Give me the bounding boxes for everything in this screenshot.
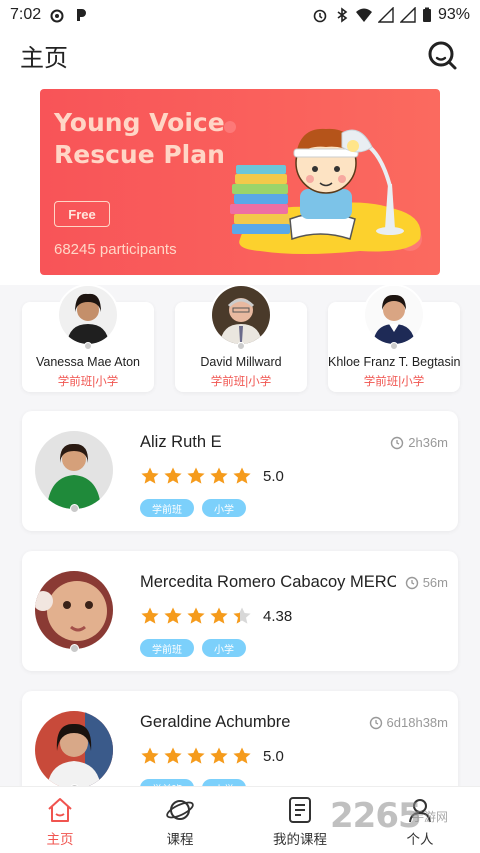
star-icon [164,607,182,624]
star-icon [141,607,159,624]
tag-preschool: 学前班 [140,499,194,517]
clock-icon [391,436,404,449]
status-bar: 7:02 93% [0,0,480,30]
page-title: 主页 [20,43,68,72]
app-icon-p [77,9,87,21]
teacher-time-text: 6d18h38m [386,715,448,730]
teacher-card[interactable]: Aliz Ruth E 2h36m 5.0 学前班 小学 [22,411,458,531]
clock-icon [405,576,418,589]
star-icon [141,467,159,484]
featured-teacher-name: Khloe Franz T. Begtasin [328,355,461,369]
rating-value: 5.0 [263,747,284,765]
star-icon [210,467,228,484]
rating-stars: 5.0 [140,746,284,766]
rating-value: 4.38 [263,607,293,625]
featured-teachers: Vanessa Mae Aton 学前班|小学 David Millward 学… [22,284,461,392]
star-icon [233,467,251,484]
planet-icon [166,800,194,820]
online-status-dot [84,342,92,350]
star-icon [187,467,205,484]
featured-teacher-tags: 学前班|小学 [210,376,272,388]
app-icon-weibo [50,9,64,23]
wifi-icon [355,8,372,22]
teacher-time: 56m [405,575,448,590]
featured-teacher-card[interactable]: David Millward 学前班|小学 [175,284,307,392]
tag-primary: 小学 [202,499,246,517]
rating-value: 5.0 [263,467,284,485]
star-icon [141,747,159,764]
star-icon [187,607,205,624]
teacher-name: Mercedita Romero Cabacoy MERCY [140,573,396,591]
featured-teacher-card[interactable]: Khloe Franz T. Begtasin 学前班|小学 [328,284,461,392]
online-status-dot [70,644,79,653]
rating-stars: 4.38 [140,606,292,626]
avatar [35,431,113,509]
nav-courses[interactable]: 课程 [120,787,240,853]
tag-preschool: 学前班 [140,639,194,657]
battery-level: 93% [437,6,470,23]
avatar [35,571,113,649]
home-icon [48,798,72,822]
teacher-time-text: 2h36m [408,435,448,450]
teacher-tags: 学前班 小学 [140,499,246,517]
app-header: 主页 [0,30,480,80]
tag-primary: 小学 [202,639,246,657]
nav-label: 课程 [166,832,194,847]
avatar [210,284,272,346]
teacher-time: 2h36m [390,435,448,450]
featured-teacher-name: Vanessa Mae Aton [35,355,140,369]
star-icon [210,607,228,624]
signal-icon [399,7,416,23]
nav-home[interactable]: 主页 [0,787,120,853]
star-icon [164,467,182,484]
alarm-icon [313,9,327,23]
star-icon [164,747,182,764]
battery-icon [422,7,431,22]
online-status-dot [390,342,398,350]
teacher-card[interactable]: Mercedita Romero Cabacoy MERCY 56m 4.38 … [22,551,458,671]
watermark-sub: 手游网 [412,810,449,824]
nav-label: 我的课程 [273,832,327,847]
banner-participants: 68245 participants [54,241,177,258]
star-icon [233,747,251,764]
online-status-dot [237,342,245,350]
status-time: 7:02 [10,6,42,23]
avatar [35,711,113,789]
featured-teacher-tags: 学前班|小学 [363,376,425,388]
search-icon [428,41,457,70]
star-icon [187,747,205,764]
teacher-name: Aliz Ruth E [140,433,222,451]
teacher-name: Geraldine Achumbre [140,713,291,731]
star-icon [210,747,228,764]
avatar [363,284,425,346]
watermark: 2265 [330,796,422,836]
online-status-dot [70,504,79,513]
featured-teacher-tags: 学前班|小学 [57,376,119,388]
course-list-icon [289,797,311,823]
rating-stars: 5.0 [140,466,284,486]
bluetooth-icon [337,7,348,23]
teacher-tags: 学前班 小学 [140,639,246,657]
star-icon [233,607,251,624]
banner-free-button[interactable]: Free [54,201,110,227]
promo-banner[interactable]: Young Voice Rescue Plan Free 68245 parti… [40,89,440,275]
teacher-time: 6d18h38m [369,715,448,730]
clock-icon [369,716,382,729]
search-button[interactable] [424,37,460,73]
teacher-time-text: 56m [422,575,448,590]
featured-teacher-name: David Millward [200,355,282,369]
avatar [57,284,119,346]
student-illustration [224,121,422,254]
signal-icon [377,7,394,23]
nav-label: 主页 [46,832,74,847]
featured-teacher-card[interactable]: Vanessa Mae Aton 学前班|小学 [22,284,154,392]
